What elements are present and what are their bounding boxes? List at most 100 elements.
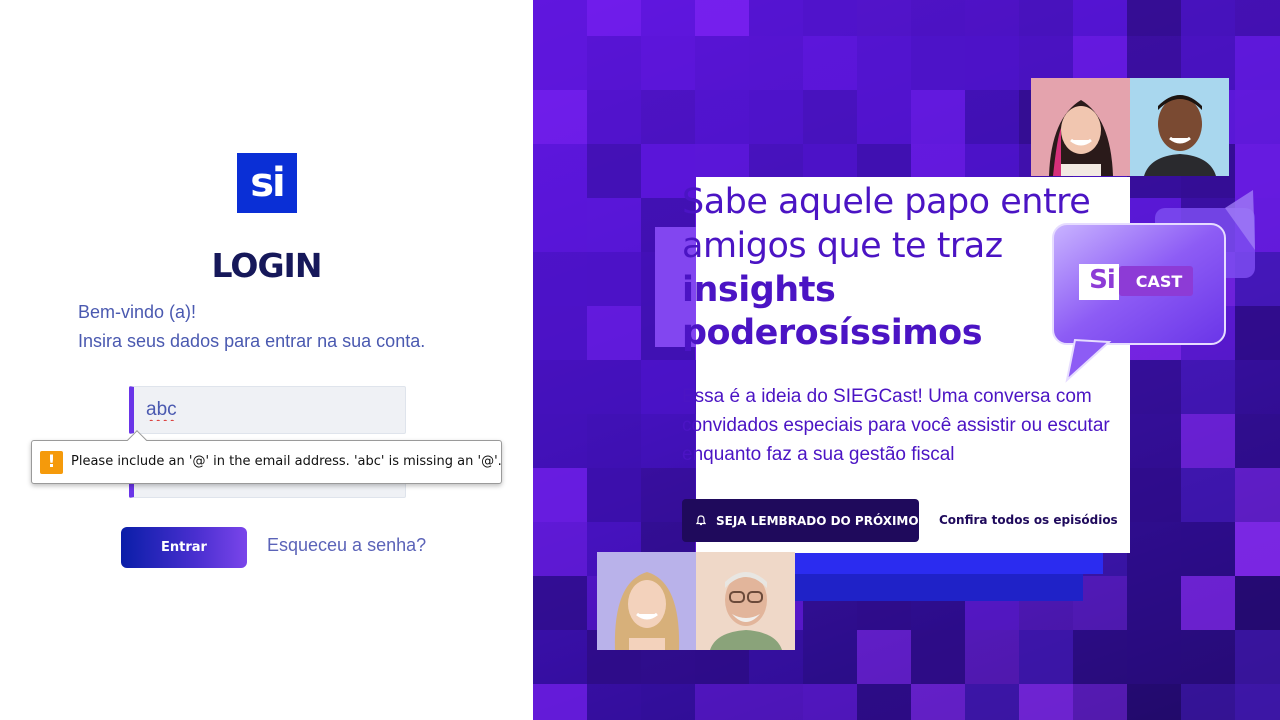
promo-headline: poderosíssimos <box>682 313 983 353</box>
email-input[interactable] <box>134 387 405 433</box>
pixel-tile <box>533 36 587 90</box>
guest-photo <box>1130 78 1229 176</box>
pixel-tile <box>749 90 803 144</box>
pixel-tile <box>533 252 587 306</box>
pixel-tile <box>911 0 965 36</box>
pixel-tile <box>803 90 857 144</box>
pixel-tile <box>965 90 1019 144</box>
pixel-tile <box>1073 630 1127 684</box>
instruction-text: Insira seus dados para entrar na sua con… <box>78 331 426 351</box>
pixel-tile <box>695 90 749 144</box>
pixel-tile <box>587 252 641 306</box>
promo-description: enquanto faz a sua gestão fiscal <box>682 444 955 465</box>
pixel-tile <box>1127 630 1181 684</box>
promo-description: convidados especiais para você assistir … <box>682 415 1110 436</box>
pixel-tile <box>1019 684 1073 720</box>
all-episodes-link[interactable]: Confira todos os episódios <box>939 513 1118 527</box>
pixel-tile <box>533 198 587 252</box>
pixel-tile <box>587 144 641 198</box>
guest-photo <box>696 552 795 650</box>
pixel-tile <box>857 0 911 36</box>
pixel-tile <box>641 36 695 90</box>
pixel-tile <box>587 0 641 36</box>
welcome-text: Bem-vindo (a)! <box>78 302 197 322</box>
guest-photo <box>1031 78 1130 176</box>
login-panel: si LOGIN Bem-vindo (a)! Insira seus dado… <box>0 0 533 720</box>
promo-headline: Sabe aquele papo entre <box>682 182 1091 222</box>
promo-description: Essa é a ideia do SIEGCast! Uma conversa… <box>682 386 1092 407</box>
pixel-tile <box>695 0 749 36</box>
pixel-tile <box>911 36 965 90</box>
pixel-tile <box>1181 522 1235 576</box>
pixel-tile <box>1127 576 1181 630</box>
pixel-tile <box>1235 90 1280 144</box>
validation-message: Please include an '@' in the email addre… <box>71 454 502 469</box>
pixel-tile <box>911 630 965 684</box>
promo-headline: amigos que te traz <box>682 226 1003 266</box>
pixel-tile <box>587 306 641 360</box>
pixel-tile <box>1235 522 1280 576</box>
forgot-password-link[interactable]: Esqueceu a senha? <box>267 535 426 556</box>
warning-icon: ! <box>40 451 63 474</box>
decorative-slab <box>783 552 1103 574</box>
pixel-tile <box>533 684 587 720</box>
pixel-tile <box>965 0 1019 36</box>
pixel-tile <box>1127 0 1181 36</box>
pixel-tile <box>695 36 749 90</box>
pixel-tile <box>587 90 641 144</box>
pixel-tile <box>1235 36 1280 90</box>
pixel-tile <box>911 90 965 144</box>
pixel-tile <box>1127 468 1181 522</box>
pixel-tile <box>1235 630 1280 684</box>
pixel-tile <box>1127 414 1181 468</box>
pixel-tile <box>857 90 911 144</box>
pixel-tile <box>641 684 695 720</box>
pixel-tile <box>1235 684 1280 720</box>
pixel-tile <box>1181 576 1235 630</box>
enter-button[interactable]: Entrar <box>121 527 247 568</box>
pixel-tile <box>533 468 587 522</box>
pixel-tile <box>1235 0 1280 36</box>
decorative-slab <box>795 574 1083 601</box>
sicast-cast-label: CAST <box>1135 272 1183 291</box>
bell-icon <box>696 514 706 525</box>
pixel-tile <box>749 684 803 720</box>
pixel-tile <box>641 0 695 36</box>
pixel-tile <box>1181 468 1235 522</box>
pixel-tile <box>1181 684 1235 720</box>
pixel-tile <box>587 360 641 414</box>
pixel-tile <box>1235 468 1280 522</box>
pixel-tile <box>911 684 965 720</box>
pixel-tile <box>1235 414 1280 468</box>
guest-photo <box>597 552 696 650</box>
remind-me-button[interactable]: SEJA LEMBRADO DO PRÓXIMO <box>682 499 919 542</box>
sicast-si-label: Si <box>1089 265 1116 295</box>
remind-label: SEJA LEMBRADO DO PRÓXIMO <box>716 513 919 528</box>
pixel-tile <box>1235 576 1280 630</box>
pixel-tile <box>533 360 587 414</box>
pixel-tile <box>857 630 911 684</box>
pixel-tile <box>533 0 587 36</box>
pixel-tile <box>533 414 587 468</box>
promo-panel: Sabe aquele papo entre amigos que te tra… <box>533 0 1280 720</box>
pixel-tile <box>749 0 803 36</box>
pixel-tile <box>587 198 641 252</box>
pixel-tile <box>965 36 1019 90</box>
pixel-tile <box>803 684 857 720</box>
brand-logo: si <box>237 153 297 213</box>
pixel-tile <box>1181 630 1235 684</box>
pixel-tile <box>1019 630 1073 684</box>
promo-headline: insights <box>682 270 836 310</box>
pixel-tile <box>533 306 587 360</box>
pixel-tile <box>587 36 641 90</box>
pixel-tile <box>1127 522 1181 576</box>
pixel-tile <box>533 144 587 198</box>
pixel-tile <box>803 36 857 90</box>
pixel-tile <box>857 36 911 90</box>
pixel-tile <box>1127 684 1181 720</box>
email-field[interactable] <box>129 386 406 434</box>
pixel-tile <box>857 684 911 720</box>
pixel-tile <box>749 36 803 90</box>
pixel-tile <box>1073 0 1127 36</box>
pixel-tile <box>803 0 857 36</box>
